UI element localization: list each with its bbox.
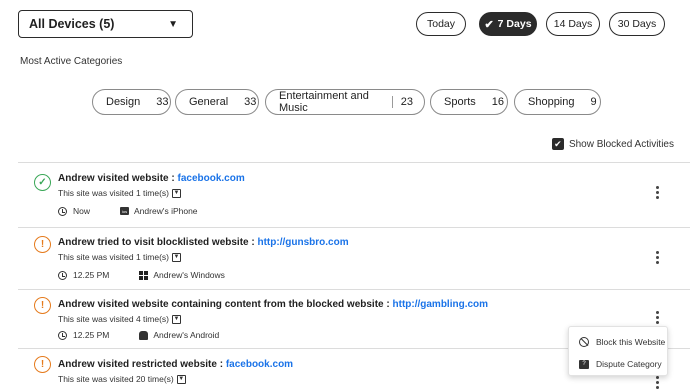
clock-icon	[58, 206, 67, 216]
activity-text: Andrew visited restricted website :	[58, 359, 226, 370]
site-link[interactable]: facebook.com	[177, 173, 244, 184]
activity-time: 12.25 PM	[73, 270, 110, 280]
android-icon	[139, 330, 149, 340]
clock-icon	[58, 270, 67, 280]
visits-line: This site was visited 1 time(s) ▼	[58, 252, 181, 262]
activity-device: Andrew's Android	[153, 330, 220, 340]
block-icon	[579, 337, 589, 347]
activity-text: Andrew visited website :	[58, 173, 178, 184]
chip-count: 33	[156, 96, 169, 108]
dispute-icon: ?	[579, 359, 589, 369]
activity-row: ! Andrew tried to visit blocklisted webs…	[18, 228, 690, 290]
chip-name: General	[189, 96, 229, 108]
activity-text: Andrew tried to visit blocklisted websit…	[58, 237, 258, 248]
menu-item-label: Dispute Category	[596, 359, 662, 369]
more-options-icon[interactable]	[654, 375, 660, 390]
activity-title: Andrew visited restricted website : face…	[58, 359, 293, 370]
activity-row: ✓ Andrew visited website : facebook.com …	[18, 163, 690, 227]
chip-count: 23	[400, 96, 413, 108]
dispute-category-menu-item[interactable]: ? Dispute Category	[579, 359, 662, 369]
range-label: 7 Days	[497, 18, 532, 30]
expand-caret-icon[interactable]: ▼	[172, 252, 181, 262]
warning-circle-icon: !	[34, 356, 51, 373]
check-icon: ✔	[484, 18, 494, 31]
visits-text: This site was visited 4 time(s)	[58, 314, 169, 324]
category-chip-sports[interactable]: Sports 16	[430, 89, 508, 115]
category-chip-entertainment[interactable]: Entertainment and Music 23	[265, 89, 425, 115]
activity-title: Andrew visited website containing conten…	[58, 299, 488, 310]
visits-text: This site was visited 20 time(s)	[58, 374, 174, 384]
checkbox-checked-icon: ✔	[551, 138, 564, 150]
activity-title: Andrew visited website : facebook.com	[58, 173, 245, 184]
check-circle-icon: ✓	[34, 174, 51, 191]
site-link[interactable]: http://gunsbro.com	[257, 237, 348, 248]
expand-caret-icon[interactable]: ▼	[172, 314, 181, 324]
range-today-button[interactable]: Today	[416, 12, 466, 36]
activity-text: Andrew visited website containing conten…	[58, 299, 393, 310]
context-menu: Block this Website ? Dispute Category	[568, 326, 668, 376]
more-options-icon[interactable]	[654, 185, 660, 200]
device-select[interactable]: All Devices (5) ▼	[18, 10, 193, 38]
activity-title: Andrew tried to visit blocklisted websit…	[58, 237, 349, 248]
chip-count: 9	[590, 96, 597, 108]
visits-line: This site was visited 1 time(s) ▼	[58, 188, 181, 198]
warning-circle-icon: !	[34, 236, 51, 253]
clock-icon	[58, 330, 67, 340]
visits-line: This site was visited 4 time(s) ▼	[58, 314, 181, 324]
expand-caret-icon[interactable]: ▼	[172, 188, 181, 198]
activity-meta: 12.25 PM Andrew's Android	[58, 330, 219, 340]
category-chip-general[interactable]: General 33	[175, 89, 259, 115]
warning-circle-icon: !	[34, 297, 51, 314]
category-chip-design[interactable]: Design 33	[92, 89, 171, 115]
visits-line: This site was visited 20 time(s) ▼	[58, 374, 186, 384]
block-website-menu-item[interactable]: Block this Website	[579, 337, 665, 347]
chip-name: Sports	[444, 96, 476, 108]
range-7-days-button[interactable]: ✔ 7 Days	[479, 12, 537, 36]
device-select-label: All Devices (5)	[29, 17, 115, 31]
menu-item-label: Block this Website	[596, 337, 666, 347]
more-options-icon[interactable]	[654, 250, 660, 265]
activity-device: Andrew's Windows	[153, 270, 225, 280]
activity-device: Andrew's iPhone	[134, 206, 198, 216]
chip-name: Shopping	[528, 96, 575, 108]
activity-time: Now	[73, 206, 91, 216]
chip-count: 16	[491, 96, 505, 108]
section-title: Most Active Categories	[20, 56, 123, 67]
chip-count: 33	[244, 96, 257, 108]
chip-name: Entertainment and Music	[279, 90, 369, 114]
show-blocked-checkbox[interactable]: ✔ Show Blocked Activities	[551, 138, 674, 150]
visits-text: This site was visited 1 time(s)	[58, 188, 169, 198]
range-label: 30 Days	[617, 18, 657, 30]
range-30-days-button[interactable]: 30 Days	[609, 12, 665, 36]
range-label: Today	[426, 18, 456, 30]
chip-divider	[391, 96, 393, 108]
category-chip-shopping[interactable]: Shopping 9	[514, 89, 601, 115]
visits-text: This site was visited 1 time(s)	[58, 252, 169, 262]
show-blocked-label: Show Blocked Activities	[568, 138, 674, 150]
windows-icon	[139, 270, 149, 280]
iphone-icon: ios	[120, 207, 130, 215]
site-link[interactable]: facebook.com	[226, 359, 293, 370]
site-link[interactable]: http://gambling.com	[393, 299, 489, 310]
caret-down-icon: ▼	[168, 18, 178, 30]
expand-caret-icon[interactable]: ▼	[176, 374, 186, 384]
more-options-icon[interactable]	[654, 310, 660, 325]
range-14-days-button[interactable]: 14 Days	[546, 12, 600, 36]
activity-meta: 12.25 PM Andrew's Windows	[58, 270, 225, 280]
activity-time: 12.25 PM	[73, 330, 110, 340]
range-label: 14 Days	[553, 18, 593, 30]
activity-meta: Now ios Andrew's iPhone	[58, 206, 198, 216]
chip-name: Design	[106, 96, 141, 108]
